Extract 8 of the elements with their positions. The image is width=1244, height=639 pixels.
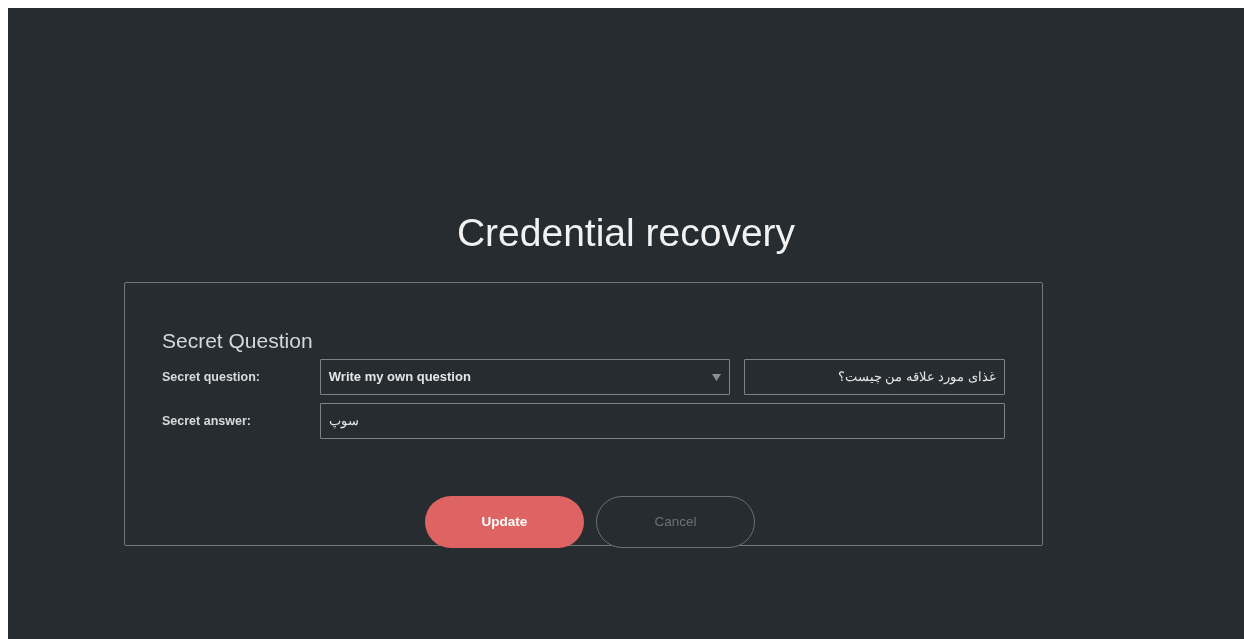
field-label: Secret question: (162, 368, 261, 386)
caret-icon (712, 373, 722, 381)
page-title: Credential recovery (455, 210, 797, 256)
question-select[interactable]: Write my own question (319, 359, 731, 395)
section-heading: Secret Question (162, 328, 314, 354)
question-field[interactable]: غذای مورد علاقه من چیست؟ (744, 359, 1005, 395)
field-label: Secret answer: (162, 412, 252, 430)
answer-field[interactable]: سوپ (320, 403, 1005, 439)
